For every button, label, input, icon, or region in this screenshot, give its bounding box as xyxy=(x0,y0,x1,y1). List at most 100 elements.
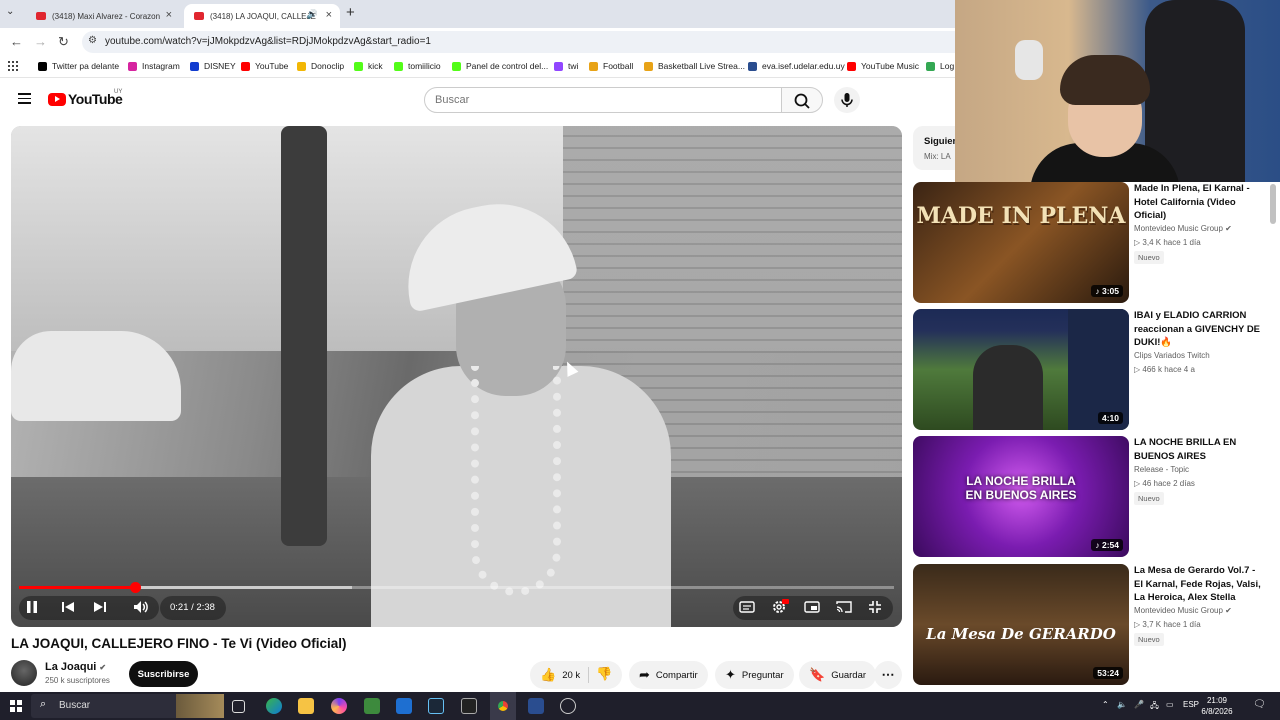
address-bar[interactable]: ⚙ youtube.com/watch?v=jJMokpdzvAg&list=R… xyxy=(82,31,982,53)
pause-icon[interactable] xyxy=(25,600,39,617)
task-view-icon[interactable] xyxy=(232,700,245,713)
ask-label: Preguntar xyxy=(741,669,784,681)
menu-hamburger-icon[interactable] xyxy=(18,93,31,104)
epic-games-icon[interactable] xyxy=(461,698,477,714)
notifications-icon[interactable]: 🗨 xyxy=(1253,699,1266,710)
video-player[interactable]: 0:21 / 2:38 xyxy=(11,126,902,627)
search-button[interactable] xyxy=(781,87,823,113)
clock-app-icon[interactable] xyxy=(560,698,576,714)
recommendation-title[interactable]: LA NOCHE BRILLA EN BUENOS AIRES xyxy=(1134,436,1264,463)
recommendation-channel[interactable]: Release - Topic xyxy=(1134,465,1189,474)
new-tab-button[interactable]: + xyxy=(346,4,355,21)
bookmark-item[interactable]: Basketball Live Strea... xyxy=(644,61,745,71)
more-actions-button[interactable]: ⋯ xyxy=(874,661,902,689)
audio-playing-icon[interactable]: 🔊 xyxy=(307,9,318,20)
bookmark-item[interactable]: DISNEY xyxy=(190,61,236,71)
store-icon[interactable] xyxy=(364,698,380,714)
search-input[interactable] xyxy=(424,87,782,113)
progress-bar[interactable] xyxy=(19,582,894,593)
recommendation-title[interactable]: IBAI y ELADIO CARRION reaccionan a GIVEN… xyxy=(1134,309,1264,350)
ask-button[interactable]: ✦ Preguntar xyxy=(715,661,794,689)
volume-icon[interactable] xyxy=(133,600,149,617)
recommendation-channel[interactable]: Montevideo Music Group ✔ xyxy=(1134,606,1232,615)
bookmark-item[interactable]: Panel de control del... xyxy=(452,61,548,71)
mix-title: Siguien xyxy=(924,136,959,147)
file-explorer-icon[interactable] xyxy=(298,698,314,714)
steam-icon[interactable] xyxy=(428,698,444,714)
tray-speaker-icon[interactable]: 🔈 xyxy=(1117,700,1127,709)
recommendation-channel[interactable]: Montevideo Music Group ✔ xyxy=(1134,224,1232,233)
close-tab-icon[interactable]: × xyxy=(166,9,172,21)
next-icon[interactable] xyxy=(93,600,107,617)
subtitles-icon[interactable] xyxy=(739,601,755,616)
bookmark-item[interactable]: YouTube Music xyxy=(847,61,919,71)
recommendation-title[interactable]: La Mesa de Gerardo Vol.7 - El Karnal, Fe… xyxy=(1134,564,1264,605)
browser-tab-2[interactable]: (3418) LA JOAQUI, CALLEJE 🔊 × xyxy=(184,4,340,28)
bookmark-item[interactable]: eva.isef.udelar.edu.uy xyxy=(748,61,845,71)
tab-search-chevron-icon[interactable]: ⌄ xyxy=(6,6,14,17)
outlook-icon[interactable] xyxy=(396,698,412,714)
shield-app-icon[interactable] xyxy=(528,698,544,714)
save-button[interactable]: 🔖 Guardar xyxy=(799,661,877,689)
recommendation-item[interactable]: 4:10 IBAI y ELADIO CARRION reaccionan a … xyxy=(913,309,1273,430)
copilot-icon[interactable] xyxy=(331,698,347,714)
bookmark-item[interactable]: tomiilicio xyxy=(394,61,441,71)
shorts-icon: ♪ xyxy=(1095,286,1100,296)
channel-name[interactable]: La Joaqui ✔ xyxy=(45,661,106,673)
previous-icon[interactable] xyxy=(61,600,75,617)
clock-time: 21:09 xyxy=(1206,696,1228,705)
settings-gear-icon[interactable] xyxy=(771,599,789,618)
like-count[interactable]: 20 k xyxy=(562,670,580,681)
share-button[interactable]: ➦ Compartir xyxy=(629,661,708,689)
voice-search-button[interactable] xyxy=(834,87,860,113)
bookmark-item[interactable]: YouTube xyxy=(241,61,288,71)
recommendation-title[interactable]: Made In Plena, El Karnal - Hotel Califor… xyxy=(1134,182,1264,223)
edge-browser-icon[interactable] xyxy=(266,698,282,714)
bookmark-item[interactable]: kick xyxy=(354,61,383,71)
video-thumbnail[interactable]: LA NOCHE BRILLA EN BUENOS AIRES ♪ 2:54 xyxy=(913,436,1129,557)
subscribe-button[interactable]: Suscribirse xyxy=(129,661,198,687)
bookmark-item[interactable]: Twitter pa delante xyxy=(38,61,119,71)
video-thumbnail[interactable]: La Mesa De GERARDO 53:24 xyxy=(913,564,1129,685)
page-scrollbar[interactable] xyxy=(1270,184,1276,224)
taskbar-search[interactable]: ⌕ Buscar xyxy=(31,694,224,718)
chrome-icon[interactable] xyxy=(495,698,511,714)
tray-display-icon[interactable]: ▭ xyxy=(1166,700,1174,709)
language-indicator[interactable]: ESP xyxy=(1183,700,1199,709)
dislike-icon[interactable]: 👎 xyxy=(596,666,612,682)
bookmark-item[interactable]: Instagram xyxy=(128,61,180,71)
youtube-logo[interactable]: YouTube UY xyxy=(48,89,123,107)
back-arrow-icon[interactable]: ← xyxy=(10,34,23,49)
recommendation-item[interactable]: MADE IN PLENA ♪ 3:05 Made In Plena, El K… xyxy=(913,182,1273,303)
reload-icon[interactable]: ↻ xyxy=(58,34,69,50)
channel-avatar[interactable] xyxy=(11,660,37,686)
recommendation-channel[interactable]: Clips Variados Twitch xyxy=(1134,351,1210,360)
cast-icon[interactable] xyxy=(836,601,852,616)
system-clock[interactable]: 21:09 6/8/2026 xyxy=(1198,695,1236,717)
miniplayer-icon[interactable] xyxy=(804,601,820,616)
tray-network-icon[interactable]: 🖧 xyxy=(1150,700,1159,714)
new-badge: Nuevo xyxy=(1134,251,1164,264)
share-arrow-icon: ➦ xyxy=(639,667,650,682)
video-thumbnail[interactable]: MADE IN PLENA ♪ 3:05 xyxy=(913,182,1129,303)
bookmark-item[interactable]: Log xyxy=(926,61,954,71)
close-tab-icon[interactable]: × xyxy=(326,9,332,21)
bookmark-item[interactable]: Donoclip xyxy=(297,61,344,71)
recommendation-item[interactable]: LA NOCHE BRILLA EN BUENOS AIRES ♪ 2:54 L… xyxy=(913,436,1273,557)
apps-grid-icon[interactable] xyxy=(8,61,18,71)
windows-start-icon[interactable] xyxy=(10,700,22,712)
like-icon[interactable]: 👍 xyxy=(540,667,556,683)
video-thumbnail[interactable]: 4:10 xyxy=(913,309,1129,430)
tray-chevron-icon[interactable]: ⌃ xyxy=(1102,700,1109,709)
browser-tab-1[interactable]: (3418) Maxi Alvarez - Corazon × xyxy=(26,4,180,28)
bookmark-label: YouTube xyxy=(255,61,289,71)
bookmark-item[interactable]: Football xyxy=(589,61,633,71)
bookmark-item[interactable]: twi xyxy=(554,61,578,71)
site-info-icon[interactable]: ⚙ xyxy=(88,35,97,46)
tray-microphone-icon[interactable]: 🎤 xyxy=(1134,700,1144,709)
fullscreen-exit-icon[interactable] xyxy=(868,600,882,617)
recommendation-item[interactable]: La Mesa De GERARDO 53:24 La Mesa de Gera… xyxy=(913,564,1273,685)
verified-check-icon: ✔ xyxy=(1225,224,1232,233)
bookmark-label: kick xyxy=(368,61,383,71)
forward-arrow-icon[interactable]: → xyxy=(34,34,47,49)
